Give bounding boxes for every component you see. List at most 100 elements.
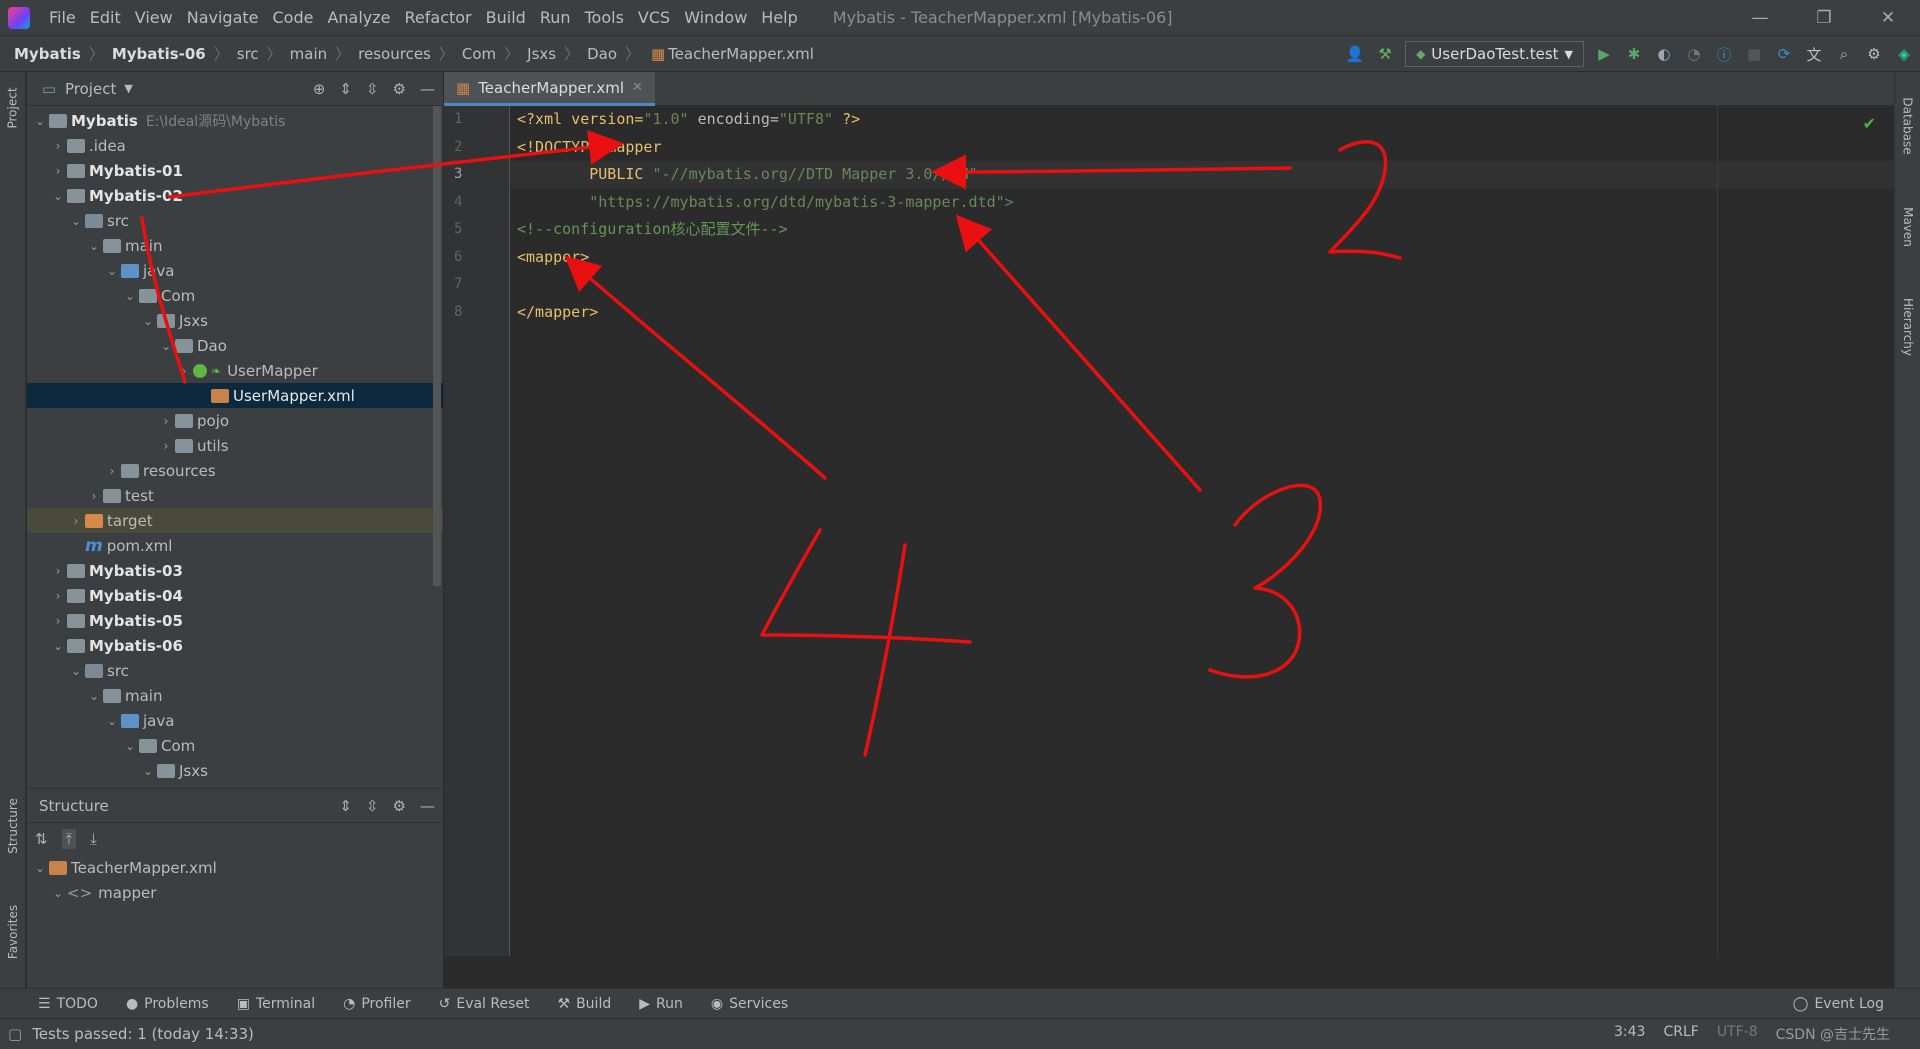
tool-tab-run[interactable]: ▶ Run xyxy=(625,996,697,1012)
chevron-down-icon[interactable]: ⌄ xyxy=(49,189,67,203)
menu-navigate[interactable]: Navigate xyxy=(180,0,266,36)
run-configuration-select[interactable]: ◆ UserDaoTest.test ▼ xyxy=(1405,41,1584,67)
menu-vcs[interactable]: VCS xyxy=(631,0,677,36)
tree-node[interactable]: › test xyxy=(27,483,443,508)
tool-tab-problems[interactable]: ● Problems xyxy=(112,996,223,1012)
tree-node[interactable]: › pojo xyxy=(27,408,443,433)
status-message[interactable]: Tests passed: 1 (today 14:33) xyxy=(32,1025,254,1043)
tool-tab-build[interactable]: ⚒ Build xyxy=(544,996,626,1012)
menu-build[interactable]: Build xyxy=(479,0,533,36)
menu-help[interactable]: Help xyxy=(754,0,804,36)
breadcrumb-item[interactable]: resources xyxy=(358,45,431,63)
no-problems-check-icon[interactable]: ✔ xyxy=(1863,114,1876,133)
locate-icon[interactable]: ⊕ xyxy=(313,80,326,98)
code-line[interactable]: </mapper> xyxy=(511,299,1894,327)
run-icon[interactable]: ▶ xyxy=(1594,44,1614,64)
menu-window[interactable]: Window xyxy=(677,0,754,36)
chevron-right-icon[interactable]: › xyxy=(49,139,67,153)
chevron-right-icon[interactable]: › xyxy=(67,514,85,528)
breadcrumb-item[interactable]: src xyxy=(237,45,259,63)
menu-view[interactable]: View xyxy=(128,0,180,36)
tree-node[interactable]: ⌄ src xyxy=(27,658,443,683)
user-icon[interactable]: 👤 xyxy=(1345,44,1365,64)
tree-node[interactable]: › utils xyxy=(27,433,443,458)
tree-node[interactable]: ⌄ Jsxs xyxy=(27,758,443,783)
tree-node[interactable]: m pom.xml xyxy=(27,533,443,558)
breadcrumb-item[interactable]: main xyxy=(290,45,327,63)
chevron-down-icon[interactable]: ⌄ xyxy=(31,114,49,128)
chevron-down-icon[interactable]: ⌄ xyxy=(121,289,139,303)
chevron-down-icon[interactable]: ▼ xyxy=(124,82,132,95)
chevron-down-icon[interactable]: ⌄ xyxy=(85,689,103,703)
chevron-down-icon[interactable]: ⌄ xyxy=(85,239,103,253)
tree-node[interactable]: ⌄ Dao xyxy=(27,333,443,358)
tree-node[interactable]: ⌄ Mybatis E:\Ideal源码\Mybatis xyxy=(27,108,443,133)
code-editor[interactable]: ✔ <?xml version="1.0" encoding="UTF8" ?>… xyxy=(511,106,1894,956)
code-line[interactable]: <!--configuration核心配置文件--> xyxy=(511,216,1894,244)
chevron-down-icon[interactable]: ⌄ xyxy=(49,639,67,653)
chevron-down-icon[interactable]: ⌄ xyxy=(67,664,85,678)
tool-tab-services[interactable]: ◉ Services xyxy=(697,996,802,1012)
code-line[interactable]: "https://mybatis.org/dtd/mybatis-3-mappe… xyxy=(511,189,1894,217)
collapse-all-icon[interactable]: ⇳ xyxy=(366,797,379,815)
tab-project[interactable]: Project xyxy=(0,78,26,138)
update-icon[interactable]: ⟳ xyxy=(1774,44,1794,64)
menu-analyze[interactable]: Analyze xyxy=(320,0,397,36)
tree-node[interactable]: ⌄ java xyxy=(27,708,443,733)
tree-node[interactable]: › Mybatis-03 xyxy=(27,558,443,583)
search-icon[interactable]: ⌕ xyxy=(1834,44,1854,64)
chevron-right-icon[interactable]: › xyxy=(175,364,193,378)
chevron-right-icon[interactable]: › xyxy=(49,564,67,578)
tab-database[interactable]: Database xyxy=(1895,86,1920,166)
profile-icon[interactable]: ◔ xyxy=(1684,44,1704,64)
tree-node[interactable]: › Mybatis-05 xyxy=(27,608,443,633)
tree-node[interactable]: › resources xyxy=(27,458,443,483)
code-line-current[interactable]: PUBLIC "-//mybatis.org//DTD Mapper 3.0//… xyxy=(511,161,1894,189)
tab-teachermapper-xml[interactable]: ▦ TeacherMapper.xml ✕ xyxy=(444,72,655,106)
code-line[interactable]: <!DOCTYPE mapper xyxy=(511,134,1894,162)
chevron-right-icon[interactable]: › xyxy=(85,489,103,503)
chevron-down-icon[interactable]: ⌄ xyxy=(67,214,85,228)
tree-node[interactable]: ⌄ Com xyxy=(27,733,443,758)
hide-icon[interactable]: — xyxy=(420,797,435,815)
tree-node[interactable]: › Mybatis-01 xyxy=(27,158,443,183)
tab-favorites[interactable]: Favorites xyxy=(0,892,26,972)
chevron-down-icon[interactable]: ⌄ xyxy=(49,886,67,900)
menu-file[interactable]: File xyxy=(42,0,83,36)
hide-icon[interactable]: — xyxy=(420,80,435,98)
breadcrumb-item[interactable]: Com xyxy=(462,45,496,63)
tool-tab-event-log[interactable]: ◯ Event Log xyxy=(1779,996,1920,1012)
menu-tools[interactable]: Tools xyxy=(578,0,631,36)
chevron-right-icon[interactable]: › xyxy=(157,414,175,428)
tree-node[interactable]: ⌄ Com xyxy=(27,283,443,308)
menu-code[interactable]: Code xyxy=(266,0,321,36)
gear-icon[interactable]: ⚙ xyxy=(393,797,406,815)
gear-icon[interactable]: ⚙ xyxy=(393,80,406,98)
sort-alpha-icon[interactable]: ⇅ xyxy=(35,830,48,848)
chevron-down-icon[interactable]: ⌄ xyxy=(157,339,175,353)
structure-item[interactable]: ⌄ <> mapper xyxy=(27,880,443,905)
tab-structure[interactable]: Structure xyxy=(0,786,26,866)
code-line[interactable]: <mapper> xyxy=(511,244,1894,272)
navigate-from-source-icon[interactable]: ⤓ xyxy=(90,830,97,848)
tree-node[interactable]: › .idea xyxy=(27,133,443,158)
chevron-down-icon[interactable]: ⌄ xyxy=(31,861,49,875)
minimize-icon[interactable]: — xyxy=(1728,0,1792,36)
tree-node[interactable]: ⌄ Mybatis-06 xyxy=(27,633,443,658)
project-scrollbar[interactable] xyxy=(433,106,441,586)
tree-node-selected[interactable]: UserMapper.xml xyxy=(27,383,443,408)
file-encoding[interactable]: UTF-8 xyxy=(1717,1024,1758,1044)
coverage-icon[interactable]: ◐ xyxy=(1654,44,1674,64)
breadcrumb-item[interactable]: Mybatis xyxy=(14,45,81,63)
tree-node[interactable]: › Mybatis-04 xyxy=(27,583,443,608)
chevron-down-icon[interactable]: ⌄ xyxy=(103,714,121,728)
tree-node[interactable]: › ❧ UserMapper xyxy=(27,358,443,383)
stop-icon[interactable]: ■ xyxy=(1744,44,1764,64)
expand-all-icon[interactable]: ⇕ xyxy=(339,797,352,815)
tree-node[interactable]: ⌄ Jsxs xyxy=(27,308,443,333)
tree-node[interactable]: ⌄ java xyxy=(27,258,443,283)
tree-node[interactable]: › target xyxy=(27,508,443,533)
chevron-right-icon[interactable]: › xyxy=(49,164,67,178)
toggle-tool-windows-icon[interactable]: ▢ xyxy=(8,1025,22,1043)
restore-icon[interactable]: ❐ xyxy=(1792,0,1856,36)
